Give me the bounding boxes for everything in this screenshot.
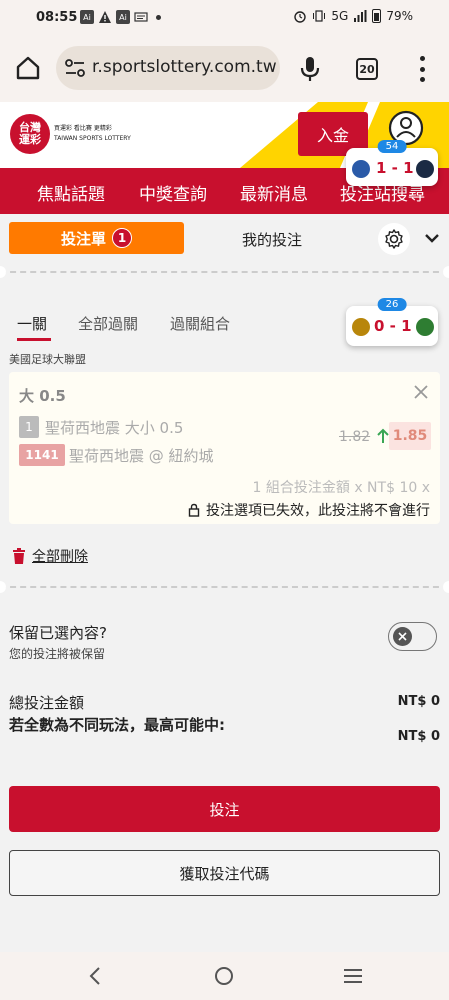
back-icon[interactable] <box>86 966 104 986</box>
news-icon <box>134 12 148 22</box>
trash-icon <box>13 548 25 564</box>
live-score-widget[interactable]: 54 1 - 1 <box>346 140 438 186</box>
system-nav-bar <box>0 952 449 1000</box>
keep-selections-toggle[interactable] <box>388 622 437 651</box>
match-minute-badge: 54 <box>377 140 407 153</box>
get-bet-code-button[interactable]: 獲取投注代碼 <box>9 850 440 896</box>
live-score: 1 - 1 <box>376 159 414 177</box>
delete-all-button[interactable]: 全部刪除 <box>12 546 88 566</box>
nav-item-hot-topics[interactable]: 焦點話題 <box>37 180 105 205</box>
home-team-logo <box>352 318 370 336</box>
selection-number: 1 <box>19 416 39 438</box>
alarm-icon <box>294 11 307 23</box>
notification-icons: Ai Ai <box>80 10 161 24</box>
total-stake-label: 總投注金額 <box>9 694 85 712</box>
home-circle-icon[interactable] <box>214 966 234 986</box>
keep-selections-subtitle: 您的投注將被保留 <box>9 647 106 661</box>
site-settings-icon[interactable] <box>64 58 86 78</box>
keep-selections-title: 保留已選內容? <box>9 624 107 642</box>
url-text[interactable]: r.sportslottery.com.tw <box>92 57 277 77</box>
away-team-logo <box>416 160 434 178</box>
place-bet-button[interactable]: 投注 <box>9 786 440 832</box>
logo[interactable]: 台灣 運彩 <box>10 114 50 154</box>
more-menu-icon[interactable] <box>410 56 434 82</box>
nav-item-prize-check[interactable]: 中獎查詢 <box>139 180 207 205</box>
live-score-widget[interactable]: 26 0 - 1 <box>346 298 438 346</box>
bet-title: 大 0.5 <box>19 387 66 405</box>
settings-button[interactable] <box>378 223 410 255</box>
close-icon[interactable] <box>413 384 429 400</box>
tab-my-bets[interactable]: 我的投注 <box>242 229 302 250</box>
arrow-up-icon <box>377 428 389 443</box>
chevron-down-icon[interactable] <box>424 232 440 244</box>
home-team-logo <box>352 160 370 178</box>
max-payout-value: NT$ 0 <box>397 729 440 744</box>
match-number: 1141 <box>19 444 65 466</box>
divider <box>0 271 449 273</box>
battery-level: 79% <box>386 9 413 23</box>
ai-icon: Ai <box>80 10 94 24</box>
active-tab-indicator <box>17 338 51 341</box>
tab-betslip[interactable]: 投注單 1 <box>9 222 184 254</box>
match-text: 聖荷西地震 @ 紐約城 <box>69 447 214 465</box>
battery-icon <box>372 9 382 23</box>
tab-single[interactable]: 一關 <box>17 313 47 334</box>
toggle-off-icon <box>393 627 412 646</box>
selection-text: 聖荷西地震 大小 0.5 <box>45 419 184 437</box>
lock-icon <box>188 503 200 517</box>
recents-icon[interactable] <box>342 966 364 986</box>
invalid-notice: 投注選項已失效，此投注將不會進行 <box>188 500 430 520</box>
league-name: 美國足球大聯盟 <box>9 353 86 366</box>
network-type: 5G <box>331 9 349 23</box>
divider <box>0 586 449 588</box>
max-payout-label: 若全數為不同玩法，最高可能中: <box>9 716 226 734</box>
previous-odds: 1.82 <box>339 429 371 445</box>
signal-icon <box>354 10 367 22</box>
vibrate-icon <box>313 10 326 22</box>
browser-bar: r.sportslottery.com.tw 20 <box>0 36 449 102</box>
tab-parlay-combo[interactable]: 過關組合 <box>170 313 230 334</box>
tab-switcher-button[interactable]: 20 <box>356 58 378 80</box>
logo-tagline: 買運彩 看比賽 更精彩 TAIWAN SPORTS LOTTERY <box>54 125 131 142</box>
clock: 08:55 <box>36 10 78 25</box>
warning-icon <box>99 11 111 23</box>
home-icon[interactable] <box>14 54 42 82</box>
status-bar: 08:55 Ai Ai 5G 79% <box>0 0 449 36</box>
mic-icon[interactable] <box>298 55 322 83</box>
betslip-tabs: 投注單 1 我的投注 <box>0 214 449 266</box>
bet-selection-card: 大 0.5 1 聖荷西地震 大小 0.5 1.82 1.85 1141 聖荷西地… <box>9 372 440 524</box>
ai-icon: Ai <box>116 10 130 24</box>
live-score: 0 - 1 <box>374 317 412 335</box>
away-team-logo <box>416 318 434 336</box>
tab-all-parlay[interactable]: 全部過關 <box>78 313 138 334</box>
total-stake-value: NT$ 0 <box>397 694 440 709</box>
match-minute-badge: 26 <box>377 298 407 311</box>
url-bar[interactable]: r.sportslottery.com.tw <box>56 46 280 90</box>
nav-item-news[interactable]: 最新消息 <box>240 180 308 205</box>
divider-notch <box>443 266 449 278</box>
dot-icon <box>156 14 161 20</box>
combo-amount-text: 1 組合投注金額 x NT$ 10 x <box>252 480 430 496</box>
divider-notch <box>443 581 449 593</box>
status-right: 5G 79% <box>293 9 413 23</box>
betslip-count-badge: 1 <box>112 228 132 248</box>
current-odds: 1.85 <box>389 422 431 450</box>
gear-icon <box>385 229 403 249</box>
